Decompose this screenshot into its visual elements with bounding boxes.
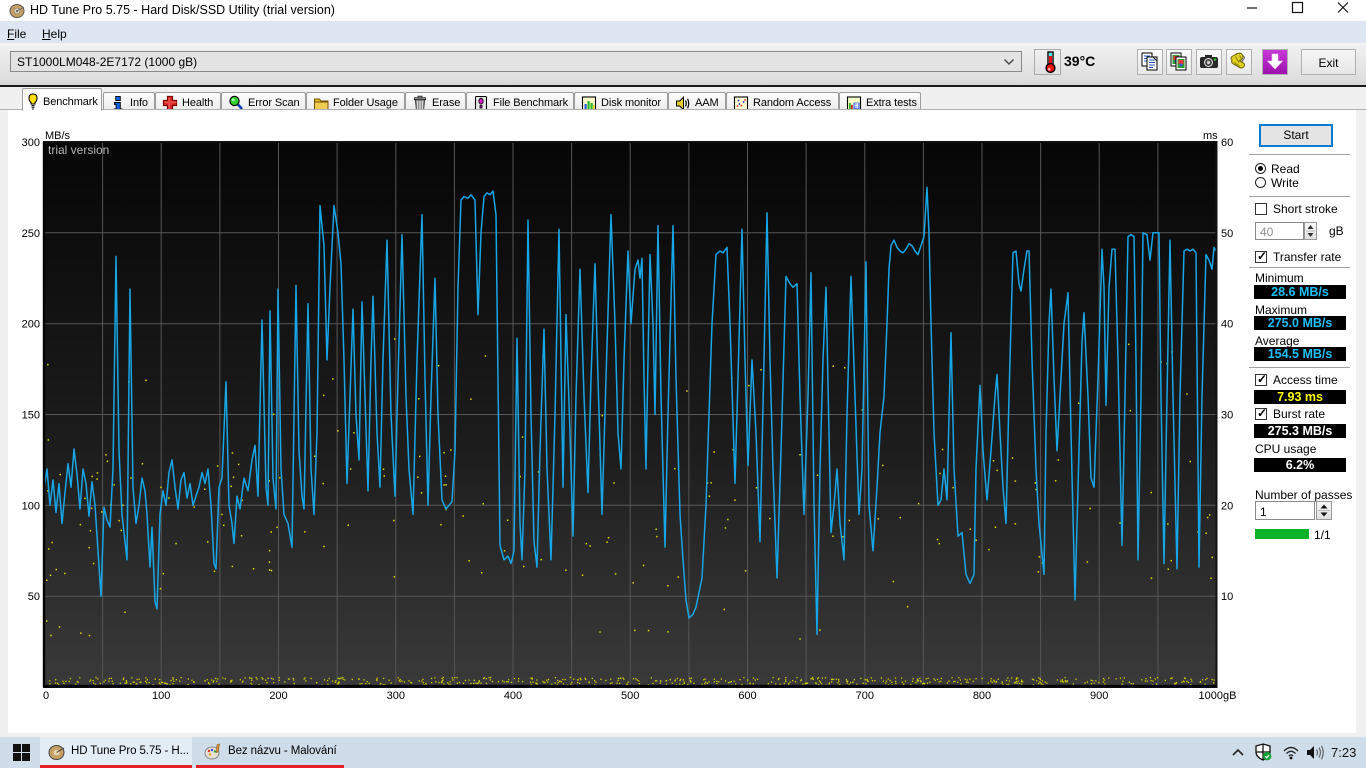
svg-text:trial version: trial version	[48, 143, 109, 157]
svg-text:600: 600	[738, 690, 756, 702]
svg-text:100: 100	[152, 690, 170, 702]
svg-text:50: 50	[1221, 228, 1233, 240]
svg-text:60: 60	[1221, 137, 1233, 149]
svg-text:300: 300	[22, 137, 40, 149]
svg-text:1000gB: 1000gB	[1199, 690, 1237, 702]
svg-text:800: 800	[973, 690, 991, 702]
svg-text:900: 900	[1090, 690, 1108, 702]
svg-text:ms: ms	[1203, 130, 1218, 142]
svg-text:250: 250	[22, 228, 40, 240]
svg-text:MB/s: MB/s	[45, 130, 71, 142]
svg-text:30: 30	[1221, 410, 1233, 422]
svg-text:50: 50	[28, 591, 40, 603]
svg-text:10: 10	[1221, 591, 1233, 603]
svg-text:200: 200	[269, 690, 287, 702]
svg-text:400: 400	[504, 690, 522, 702]
svg-text:150: 150	[22, 410, 40, 422]
svg-text:700: 700	[856, 690, 874, 702]
svg-text:20: 20	[1221, 500, 1233, 512]
svg-text:40: 40	[1221, 319, 1233, 331]
svg-text:200: 200	[22, 319, 40, 331]
svg-text:0: 0	[43, 690, 49, 702]
svg-text:100: 100	[22, 500, 40, 512]
svg-text:300: 300	[387, 690, 405, 702]
svg-text:500: 500	[621, 690, 639, 702]
